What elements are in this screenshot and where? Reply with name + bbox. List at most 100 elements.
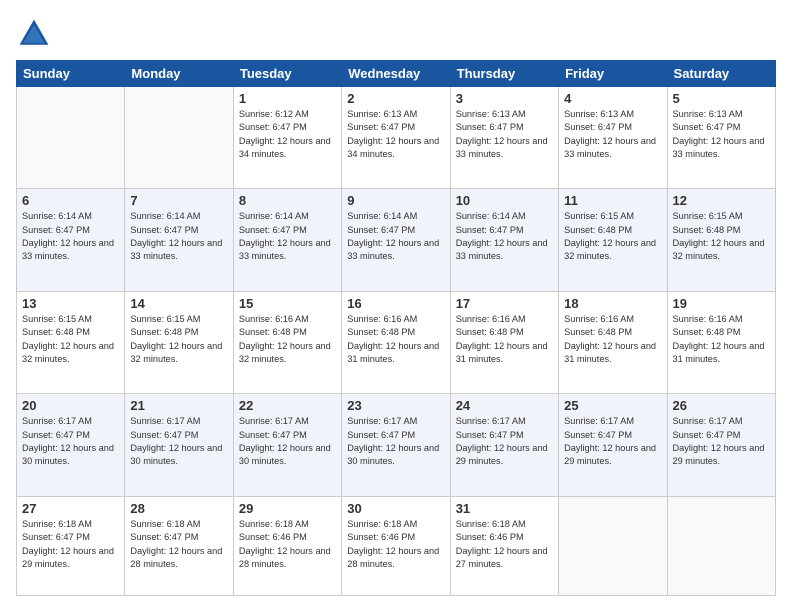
day-number: 13 bbox=[22, 296, 119, 311]
day-info: Sunrise: 6:16 AM Sunset: 6:48 PM Dayligh… bbox=[673, 313, 770, 366]
calendar-week-row: 27 Sunrise: 6:18 AM Sunset: 6:47 PM Dayli… bbox=[17, 496, 776, 595]
calendar-cell: 24Sunrise: 6:17 AM Sunset: 6:47 PM Dayli… bbox=[450, 394, 558, 496]
day-number: 6 bbox=[22, 193, 119, 208]
calendar-table: SundayMondayTuesdayWednesdayThursdayFrid… bbox=[16, 60, 776, 596]
day-number: 2 bbox=[347, 91, 444, 106]
calendar-cell: 6 Sunrise: 6:14 AM Sunset: 6:47 PM Daylig… bbox=[17, 189, 125, 291]
calendar-cell: 31 Sunrise: 6:18 AM Sunset: 6:46 PM Dayli… bbox=[450, 496, 558, 595]
day-number: 31 bbox=[456, 501, 553, 516]
day-info: Sunrise: 6:17 AM Sunset: 6:47 PM Dayligh… bbox=[130, 415, 227, 468]
day-number: 9 bbox=[347, 193, 444, 208]
day-number: 22 bbox=[239, 398, 336, 413]
day-info: Sunrise: 6:13 AM Sunset: 6:47 PM Dayligh… bbox=[564, 108, 661, 161]
day-number: 14 bbox=[130, 296, 227, 311]
header bbox=[16, 16, 776, 52]
calendar-cell: 23 Sunrise: 6:17 AM Sunset: 6:47 PM Dayli… bbox=[342, 394, 450, 496]
day-number: 26 bbox=[673, 398, 770, 413]
day-info: Sunrise: 6:17 AM Sunset: 6:47 PM Dayligh… bbox=[456, 415, 553, 468]
calendar-cell: 5 Sunrise: 6:13 AM Sunset: 6:47 PM Daylig… bbox=[667, 87, 775, 189]
day-info: Sunrise: 6:17 AM Sunset: 6:47 PM Dayligh… bbox=[673, 415, 770, 468]
day-info: Sunrise: 6:13 AM Sunset: 6:47 PM Dayligh… bbox=[456, 108, 553, 161]
day-number: 27 bbox=[22, 501, 119, 516]
calendar-cell: 22 Sunrise: 6:17 AM Sunset: 6:47 PM Dayli… bbox=[233, 394, 341, 496]
calendar-cell: 13 Sunrise: 6:15 AM Sunset: 6:48 PM Dayli… bbox=[17, 291, 125, 393]
day-info: Sunrise: 6:13 AM Sunset: 6:47 PM Dayligh… bbox=[347, 108, 444, 161]
calendar-cell bbox=[559, 496, 667, 595]
day-info: Sunrise: 6:18 AM Sunset: 6:47 PM Dayligh… bbox=[22, 518, 119, 571]
calendar-cell bbox=[667, 496, 775, 595]
logo bbox=[16, 16, 56, 52]
day-info: Sunrise: 6:13 AM Sunset: 6:47 PM Dayligh… bbox=[673, 108, 770, 161]
day-number: 28 bbox=[130, 501, 227, 516]
day-number: 30 bbox=[347, 501, 444, 516]
calendar-cell: 19Sunrise: 6:16 AM Sunset: 6:48 PM Dayli… bbox=[667, 291, 775, 393]
day-number: 29 bbox=[239, 501, 336, 516]
day-number: 21 bbox=[130, 398, 227, 413]
calendar-week-row: 20 Sunrise: 6:17 AM Sunset: 6:47 PM Dayli… bbox=[17, 394, 776, 496]
day-number: 12 bbox=[673, 193, 770, 208]
day-number: 16 bbox=[347, 296, 444, 311]
day-number: 5 bbox=[673, 91, 770, 106]
day-number: 8 bbox=[239, 193, 336, 208]
day-info: Sunrise: 6:14 AM Sunset: 6:47 PM Dayligh… bbox=[347, 210, 444, 263]
calendar-cell: 9 Sunrise: 6:14 AM Sunset: 6:47 PM Daylig… bbox=[342, 189, 450, 291]
day-info: Sunrise: 6:16 AM Sunset: 6:48 PM Dayligh… bbox=[456, 313, 553, 366]
day-number: 10 bbox=[456, 193, 553, 208]
day-info: Sunrise: 6:15 AM Sunset: 6:48 PM Dayligh… bbox=[22, 313, 119, 366]
calendar-cell: 14 Sunrise: 6:15 AM Sunset: 6:48 PM Dayli… bbox=[125, 291, 233, 393]
calendar-cell: 8Sunrise: 6:14 AM Sunset: 6:47 PM Daylig… bbox=[233, 189, 341, 291]
day-info: Sunrise: 6:18 AM Sunset: 6:46 PM Dayligh… bbox=[239, 518, 336, 571]
day-info: Sunrise: 6:17 AM Sunset: 6:47 PM Dayligh… bbox=[347, 415, 444, 468]
day-number: 15 bbox=[239, 296, 336, 311]
calendar-cell bbox=[125, 87, 233, 189]
calendar-cell: 2 Sunrise: 6:13 AM Sunset: 6:47 PM Daylig… bbox=[342, 87, 450, 189]
logo-icon bbox=[16, 16, 52, 52]
day-of-week-header: Wednesday bbox=[342, 61, 450, 87]
calendar-cell: 7Sunrise: 6:14 AM Sunset: 6:47 PM Daylig… bbox=[125, 189, 233, 291]
day-info: Sunrise: 6:18 AM Sunset: 6:47 PM Dayligh… bbox=[130, 518, 227, 571]
day-number: 7 bbox=[130, 193, 227, 208]
calendar-cell: 27 Sunrise: 6:18 AM Sunset: 6:47 PM Dayli… bbox=[17, 496, 125, 595]
day-of-week-header: Monday bbox=[125, 61, 233, 87]
day-info: Sunrise: 6:15 AM Sunset: 6:48 PM Dayligh… bbox=[130, 313, 227, 366]
day-info: Sunrise: 6:12 AM Sunset: 6:47 PM Dayligh… bbox=[239, 108, 336, 161]
calendar-cell: 25 Sunrise: 6:17 AM Sunset: 6:47 PM Dayli… bbox=[559, 394, 667, 496]
calendar-cell: 10 Sunrise: 6:14 AM Sunset: 6:47 PM Dayli… bbox=[450, 189, 558, 291]
day-number: 23 bbox=[347, 398, 444, 413]
calendar-cell: 11 Sunrise: 6:15 AM Sunset: 6:48 PM Dayli… bbox=[559, 189, 667, 291]
day-info: Sunrise: 6:18 AM Sunset: 6:46 PM Dayligh… bbox=[347, 518, 444, 571]
calendar-week-row: 6 Sunrise: 6:14 AM Sunset: 6:47 PM Daylig… bbox=[17, 189, 776, 291]
calendar-cell: 12 Sunrise: 6:15 AM Sunset: 6:48 PM Dayli… bbox=[667, 189, 775, 291]
day-number: 11 bbox=[564, 193, 661, 208]
calendar-cell: 18 Sunrise: 6:16 AM Sunset: 6:48 PM Dayli… bbox=[559, 291, 667, 393]
calendar-cell: 3Sunrise: 6:13 AM Sunset: 6:47 PM Daylig… bbox=[450, 87, 558, 189]
day-number: 1 bbox=[239, 91, 336, 106]
calendar-cell: 16 Sunrise: 6:16 AM Sunset: 6:48 PM Dayli… bbox=[342, 291, 450, 393]
day-info: Sunrise: 6:15 AM Sunset: 6:48 PM Dayligh… bbox=[564, 210, 661, 263]
day-info: Sunrise: 6:14 AM Sunset: 6:47 PM Dayligh… bbox=[22, 210, 119, 263]
day-info: Sunrise: 6:16 AM Sunset: 6:48 PM Dayligh… bbox=[239, 313, 336, 366]
day-number: 25 bbox=[564, 398, 661, 413]
day-info: Sunrise: 6:16 AM Sunset: 6:48 PM Dayligh… bbox=[564, 313, 661, 366]
day-of-week-header: Tuesday bbox=[233, 61, 341, 87]
calendar-cell: 15 Sunrise: 6:16 AM Sunset: 6:48 PM Dayli… bbox=[233, 291, 341, 393]
day-info: Sunrise: 6:17 AM Sunset: 6:47 PM Dayligh… bbox=[564, 415, 661, 468]
day-number: 17 bbox=[456, 296, 553, 311]
day-info: Sunrise: 6:16 AM Sunset: 6:48 PM Dayligh… bbox=[347, 313, 444, 366]
day-of-week-header: Thursday bbox=[450, 61, 558, 87]
day-number: 20 bbox=[22, 398, 119, 413]
calendar-header-row: SundayMondayTuesdayWednesdayThursdayFrid… bbox=[17, 61, 776, 87]
calendar-cell: 30 Sunrise: 6:18 AM Sunset: 6:46 PM Dayli… bbox=[342, 496, 450, 595]
calendar-cell: 21 Sunrise: 6:17 AM Sunset: 6:47 PM Dayli… bbox=[125, 394, 233, 496]
day-info: Sunrise: 6:15 AM Sunset: 6:48 PM Dayligh… bbox=[673, 210, 770, 263]
calendar-cell bbox=[17, 87, 125, 189]
day-number: 18 bbox=[564, 296, 661, 311]
calendar-cell: 1 Sunrise: 6:12 AM Sunset: 6:47 PM Daylig… bbox=[233, 87, 341, 189]
day-info: Sunrise: 6:17 AM Sunset: 6:47 PM Dayligh… bbox=[22, 415, 119, 468]
calendar-cell: 17 Sunrise: 6:16 AM Sunset: 6:48 PM Dayli… bbox=[450, 291, 558, 393]
day-info: Sunrise: 6:18 AM Sunset: 6:46 PM Dayligh… bbox=[456, 518, 553, 571]
day-info: Sunrise: 6:17 AM Sunset: 6:47 PM Dayligh… bbox=[239, 415, 336, 468]
day-info: Sunrise: 6:14 AM Sunset: 6:47 PM Dayligh… bbox=[456, 210, 553, 263]
calendar-cell: 26 Sunrise: 6:17 AM Sunset: 6:47 PM Dayli… bbox=[667, 394, 775, 496]
day-of-week-header: Saturday bbox=[667, 61, 775, 87]
